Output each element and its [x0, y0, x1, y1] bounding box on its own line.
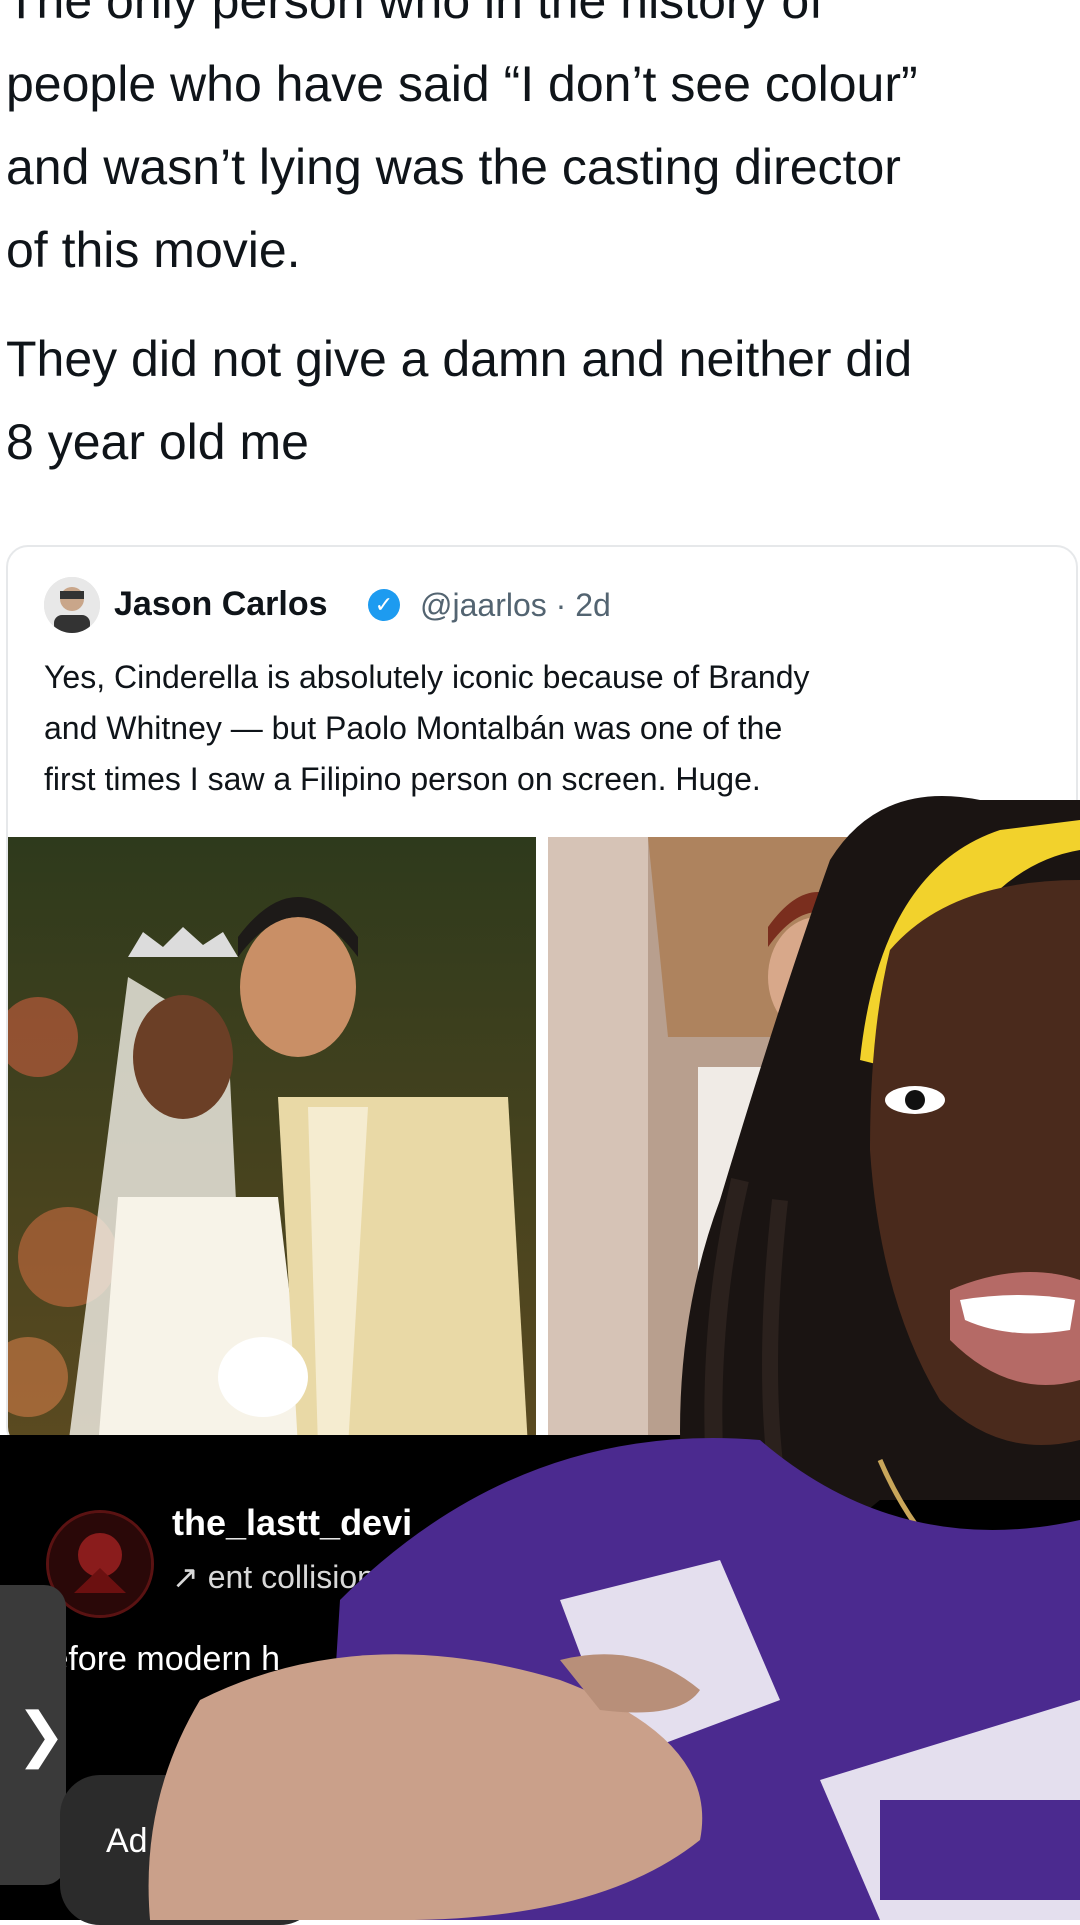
heart-icon[interactable]	[958, 735, 1034, 805]
tweet-line: and wasn’t lying was the casting directo…	[6, 139, 901, 195]
caption-text: ıefore modern h	[40, 1640, 281, 1678]
tweet-line: They did not give a damn and neither did	[6, 331, 913, 387]
add-button-label: Ad	[106, 1822, 148, 1860]
tweet-line: The only person who in the history of	[6, 0, 824, 29]
quoted-tweet-card[interactable]: Jason Carlos ✓ @jaarlos · 2d Yes, Cinder…	[6, 545, 1078, 1449]
account-subtext[interactable]: ↗ ent collision	[172, 1558, 375, 1596]
quoted-text-line: Yes, Cinderella is absolutely iconic bec…	[44, 659, 810, 695]
verified-badge-icon: ✓	[368, 589, 400, 621]
quoted-author-name[interactable]: Jason Carlos	[114, 585, 328, 624]
add-button[interactable]	[60, 1775, 320, 1925]
avatar[interactable]	[44, 577, 100, 633]
tweet-line: of this movie.	[6, 222, 301, 278]
photo-left[interactable]	[8, 837, 536, 1447]
account-name[interactable]: the_lastt_devi	[172, 1502, 412, 1544]
tweet-line: 8 year old me	[6, 414, 309, 470]
chevron-right-icon[interactable]: ❯	[16, 1700, 66, 1770]
quoted-text-line: and Whitney — but Paolo Montalbán was on…	[44, 710, 783, 746]
tweet-line: people who have said “I don’t see colour…	[6, 56, 918, 112]
quoted-text-line: first times I saw a Filipino person on s…	[44, 761, 761, 797]
photo-right[interactable]	[548, 837, 1076, 1447]
quoted-author-handle[interactable]: @jaarlos · 2d	[420, 587, 611, 624]
